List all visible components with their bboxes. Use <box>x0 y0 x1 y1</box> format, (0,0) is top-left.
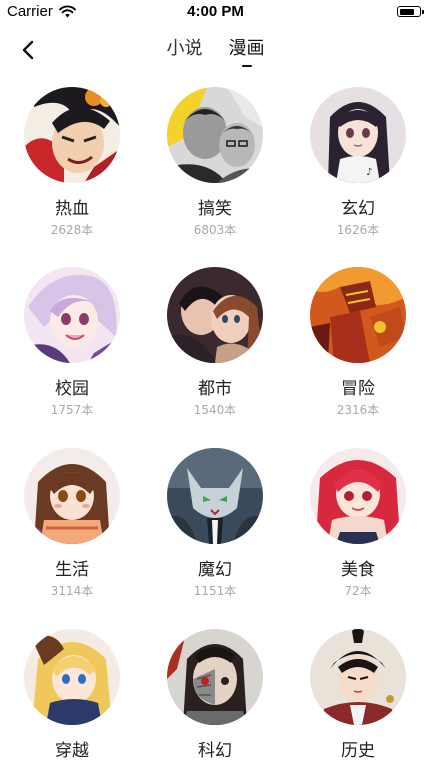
genre-name: 穿越 <box>55 741 89 761</box>
genre-name: 热血 <box>55 199 89 219</box>
genre-cover-image <box>310 448 406 544</box>
genre-cover-image: ♪ <box>310 87 406 183</box>
genre-book-count: 3114本 <box>50 584 94 598</box>
genre-cover-image <box>24 87 120 183</box>
battery-icon <box>397 6 424 17</box>
genre-item[interactable]: 美食 72本 <box>287 448 430 599</box>
genre-cover-image <box>167 87 263 183</box>
active-tab-indicator <box>241 65 252 67</box>
genre-book-count: 1757本 <box>50 403 94 417</box>
genre-item[interactable]: ♪ 玄幻 1626本 <box>287 87 430 238</box>
genre-cover-image <box>167 448 263 544</box>
genre-item[interactable]: 穿越 <box>1 629 144 762</box>
genre-book-count: 72本 <box>344 584 372 598</box>
status-bar: Carrier 4:00 PM <box>0 0 431 24</box>
genre-cover-image <box>24 448 120 544</box>
tab-novel[interactable]: 小说 <box>154 36 216 62</box>
tab-label: 小说 <box>166 38 203 59</box>
genre-name: 搞笑 <box>198 199 232 219</box>
genre-item[interactable]: 热血 2628本 <box>1 87 144 238</box>
battery-level <box>399 8 415 15</box>
category-tabs: 小说 漫画 <box>0 36 431 67</box>
clock: 4:00 PM <box>187 3 244 20</box>
genre-name: 生活 <box>55 560 89 580</box>
genre-book-count: 2316本 <box>336 403 380 417</box>
genre-cover-image <box>310 629 406 725</box>
genre-book-count: 1540本 <box>193 403 237 417</box>
genre-name: 冒险 <box>341 379 375 399</box>
genre-book-count: 1151本 <box>193 584 237 598</box>
genre-item[interactable]: 搞笑 6803本 <box>144 87 287 238</box>
genre-book-count: 6803本 <box>193 223 237 237</box>
genre-name: 玄幻 <box>341 199 375 219</box>
genre-item[interactable]: 魔幻 1151本 <box>144 448 287 599</box>
genre-book-count: 2628本 <box>50 223 94 237</box>
genre-item[interactable]: 生活 3114本 <box>1 448 144 599</box>
genre-item[interactable]: 都市 1540本 <box>144 267 287 418</box>
genre-book-count: 1626本 <box>336 223 380 237</box>
genre-cover-image <box>24 629 120 725</box>
tab-label: 漫画 <box>228 38 265 59</box>
genre-item[interactable]: 冒险 2316本 <box>287 267 430 418</box>
genre-cover-image <box>24 267 120 363</box>
genre-name: 历史 <box>341 741 375 761</box>
navigation-bar: 小说 漫画 <box>0 28 431 72</box>
svg-text:♪: ♪ <box>366 167 372 178</box>
genre-item[interactable]: 历史 <box>287 629 430 762</box>
genre-name: 科幻 <box>198 741 232 761</box>
genre-cover-image <box>167 629 263 725</box>
genre-name: 都市 <box>198 379 232 399</box>
genre-name: 魔幻 <box>198 560 232 580</box>
genre-name: 美食 <box>341 560 375 580</box>
genre-name: 校园 <box>55 379 89 399</box>
genre-item[interactable]: 校园 1757本 <box>1 267 144 418</box>
tab-comic[interactable]: 漫画 <box>216 36 278 67</box>
genre-cover-image <box>310 267 406 363</box>
genre-item[interactable]: 科幻 <box>144 629 287 762</box>
genre-cover-image <box>167 267 263 363</box>
